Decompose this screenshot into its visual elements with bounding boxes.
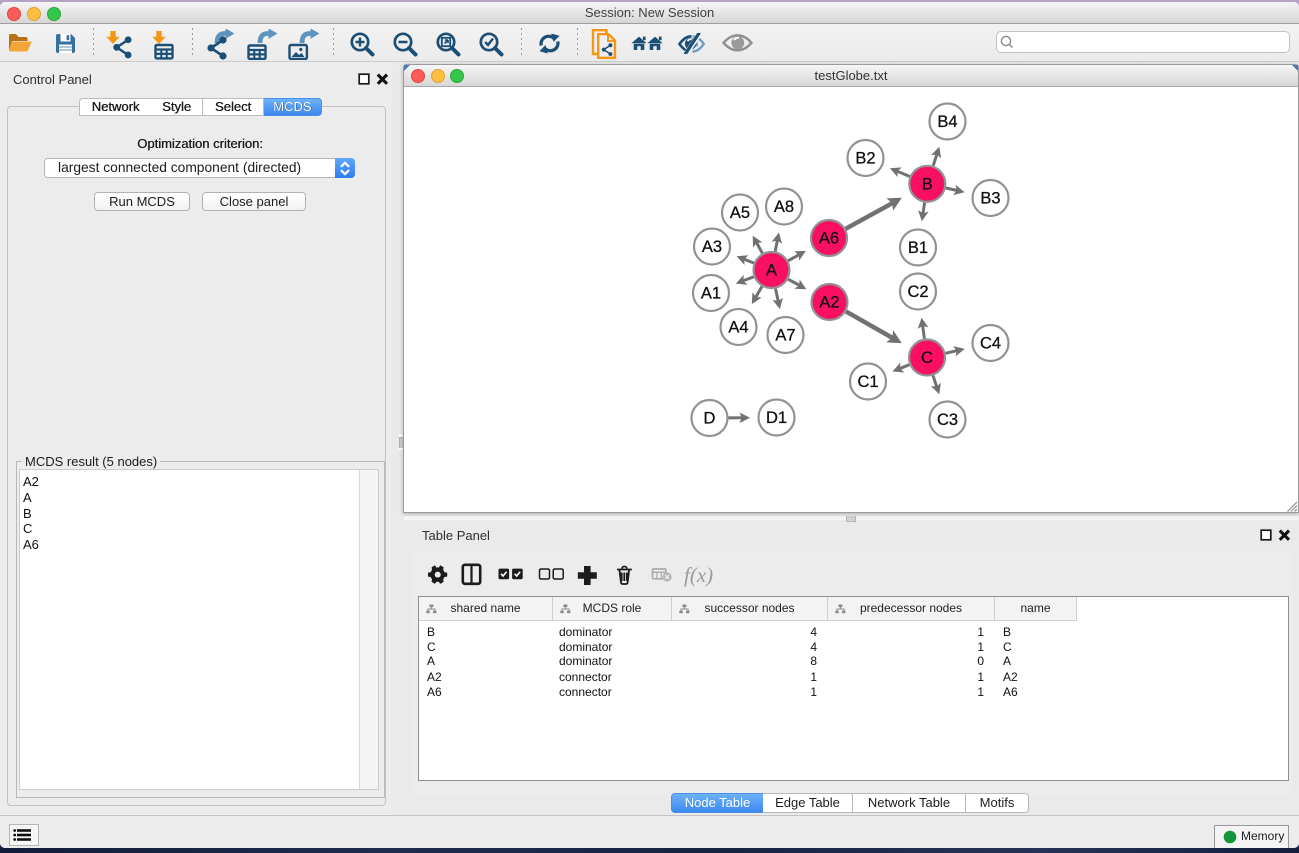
svg-text:C4: C4 bbox=[980, 335, 1001, 353]
svg-text:D: D bbox=[704, 410, 716, 428]
svg-text:A: A bbox=[766, 262, 777, 280]
svg-text:A4: A4 bbox=[728, 319, 748, 337]
svg-text:A3: A3 bbox=[702, 238, 722, 256]
svg-text:A7: A7 bbox=[775, 327, 795, 345]
svg-text:B3: B3 bbox=[980, 190, 1000, 208]
svg-text:C: C bbox=[921, 349, 933, 367]
svg-text:A5: A5 bbox=[730, 204, 750, 222]
svg-text:A2: A2 bbox=[819, 294, 839, 312]
svg-text:D1: D1 bbox=[766, 409, 787, 427]
svg-text:C2: C2 bbox=[907, 283, 928, 301]
svg-text:A1: A1 bbox=[701, 285, 721, 303]
svg-text:B1: B1 bbox=[908, 239, 928, 257]
svg-text:A6: A6 bbox=[819, 230, 839, 248]
svg-text:C1: C1 bbox=[857, 373, 878, 391]
svg-text:B2: B2 bbox=[855, 150, 875, 168]
svg-text:B4: B4 bbox=[937, 113, 957, 131]
svg-text:B: B bbox=[922, 175, 933, 193]
svg-text:f(x): f(x) bbox=[684, 563, 713, 587]
svg-text:C3: C3 bbox=[937, 411, 958, 429]
svg-text:A8: A8 bbox=[774, 198, 794, 216]
